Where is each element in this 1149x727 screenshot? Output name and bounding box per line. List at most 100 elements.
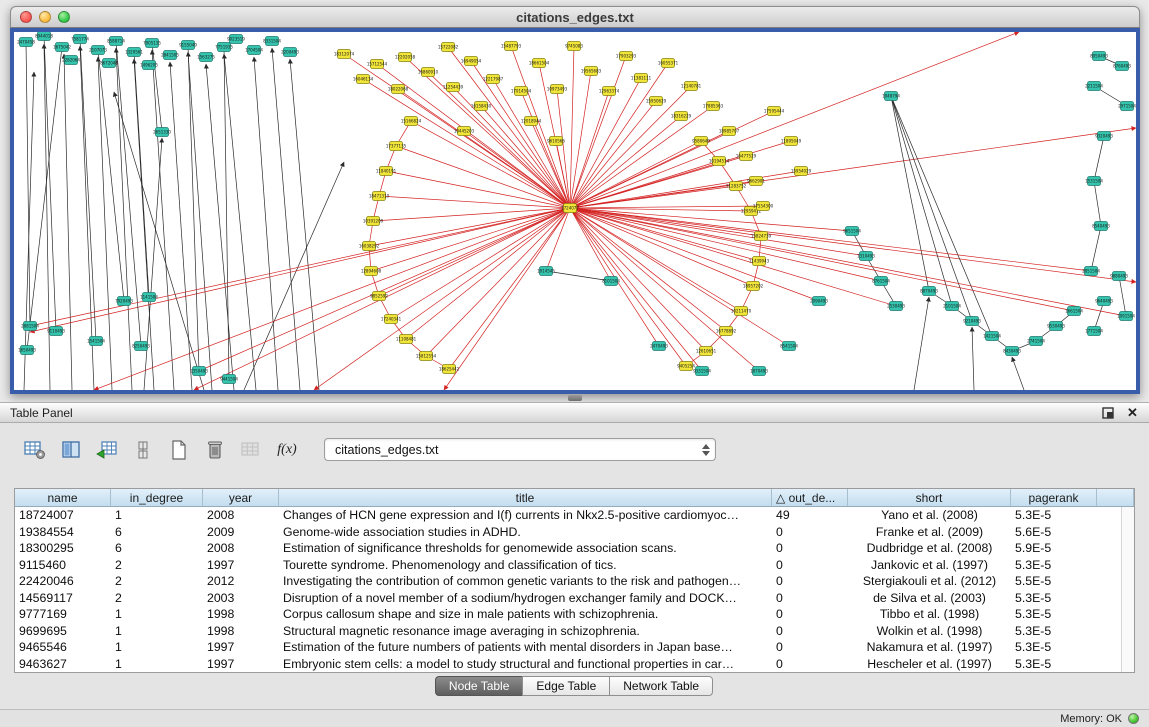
graph-node[interactable]: 15487793	[501, 42, 522, 51]
graph-edge[interactable]	[570, 208, 1136, 282]
table-vertical-scrollbar[interactable]	[1121, 507, 1134, 672]
graph-node[interactable]: 11283752	[726, 182, 747, 191]
create-table-button[interactable]	[164, 436, 194, 463]
graph-node[interactable]: 2350493	[190, 367, 208, 376]
graph-node[interactable]: 2107073	[89, 46, 107, 55]
zoom-window-button[interactable]	[58, 11, 70, 23]
graph-edge[interactable]	[570, 208, 789, 346]
graph-node[interactable]: 7920493	[115, 297, 133, 306]
destroy-table-button[interactable]	[236, 436, 266, 463]
graph-node[interactable]: 9441504	[220, 375, 238, 384]
graph-edge[interactable]	[379, 208, 570, 296]
graph-node[interactable]: 1870493	[750, 367, 768, 376]
graph-node[interactable]: 11840191	[376, 167, 397, 176]
graph-edge[interactable]	[152, 50, 174, 390]
graph-edge[interactable]	[224, 54, 256, 390]
graph-node[interactable]: 8672048	[100, 59, 118, 68]
graph-edge[interactable]	[94, 208, 570, 390]
table-row[interactable]: 946554611997Estimation of the future num…	[15, 639, 1134, 656]
graph-node[interactable]: 18022068	[388, 85, 409, 94]
minimize-window-button[interactable]	[39, 11, 51, 23]
close-window-button[interactable]	[20, 11, 32, 23]
graph-node[interactable]: 10194514	[709, 157, 730, 166]
row-height-button[interactable]	[128, 436, 158, 463]
graph-node[interactable]: 1320561	[125, 48, 143, 57]
graph-node[interactable]: 12202058	[395, 53, 416, 62]
graph-edge[interactable]	[371, 208, 570, 271]
graph-node[interactable]: 16055371	[658, 59, 679, 68]
graph-node[interactable]: 1496205	[140, 61, 158, 70]
graph-node[interactable]: 16949054	[461, 57, 482, 66]
graph-edge[interactable]	[570, 208, 866, 256]
graph-node[interactable]: 2530493	[887, 302, 905, 311]
graph-node[interactable]: 1650493	[18, 346, 36, 355]
graph-node[interactable]: 1421504	[983, 332, 1001, 341]
graph-edge[interactable]	[1091, 226, 1101, 271]
graph-edge[interactable]	[80, 39, 96, 341]
graph-edge[interactable]	[44, 36, 56, 331]
graph-node[interactable]: 12217987	[483, 75, 504, 84]
table-row[interactable]: 2242004622012Investigating the contribut…	[15, 573, 1134, 590]
graph-node[interactable]: 8588714	[107, 37, 125, 46]
table-row[interactable]: 1938455462009Genome-wide association stu…	[15, 524, 1134, 541]
function-builder-button[interactable]: f(x)	[272, 436, 302, 463]
graph-node[interactable]: 18471310	[369, 192, 390, 201]
graph-node[interactable]: 1914545	[537, 267, 555, 276]
graph-node[interactable]: 2470493	[650, 342, 668, 351]
graph-edge[interactable]	[570, 63, 668, 208]
table-row[interactable]: 969969511998Structural magnetic resonanc…	[15, 623, 1134, 640]
graph-edge[interactable]	[914, 297, 929, 390]
graph-node[interactable]: 12140781	[681, 82, 702, 91]
split-handle[interactable]	[568, 395, 582, 401]
graph-node[interactable]: 10973493	[547, 85, 568, 94]
graph-edge[interactable]	[411, 121, 570, 208]
tab-edge-table[interactable]: Edge Table	[522, 676, 610, 696]
graph-node[interactable]: 9155049	[179, 41, 197, 50]
graph-node[interactable]: 2211504	[1085, 82, 1103, 91]
graph-node[interactable]: 9580649	[692, 137, 710, 146]
column-header-name[interactable]: name	[15, 489, 111, 506]
table-options-button[interactable]	[20, 436, 50, 463]
column-header-out-de[interactable]: △ out_de...	[772, 489, 848, 506]
import-table-button[interactable]	[92, 436, 122, 463]
graph-edge[interactable]	[170, 62, 192, 390]
column-header-year[interactable]: year	[203, 489, 279, 506]
graph-node[interactable]: 9640493	[1095, 297, 1113, 306]
graph-node[interactable]: 9662901	[747, 177, 765, 186]
show-columns-button[interactable]	[56, 436, 86, 463]
graph-node[interactable]: 17903293	[616, 52, 637, 61]
graph-edge[interactable]	[570, 106, 713, 208]
delete-table-button[interactable]	[200, 436, 230, 463]
graph-edge[interactable]	[426, 208, 570, 356]
graph-node[interactable]: 18316229	[671, 112, 692, 121]
graph-node[interactable]: 9530493	[1047, 322, 1065, 331]
graph-node[interactable]: 15812554	[416, 352, 437, 361]
window-titlebar[interactable]: citations_edges.txt	[10, 6, 1140, 28]
column-header-in-degree[interactable]: in_degree	[111, 489, 203, 506]
graph-edge[interactable]	[134, 52, 149, 297]
graph-node[interactable]: 16046134	[353, 75, 374, 84]
network-view-canvas[interactable]: 1724077183120741604613415712544180220681…	[10, 28, 1140, 394]
graph-node[interactable]: 2841505	[161, 51, 179, 60]
graph-node[interactable]: 8541504	[780, 342, 798, 351]
graph-edge[interactable]	[188, 45, 199, 371]
graph-node[interactable]: 1675042	[53, 43, 71, 52]
graph-node[interactable]: 15950629	[646, 97, 667, 106]
graph-edge[interactable]	[891, 96, 929, 291]
graph-node[interactable]: 9331504	[693, 367, 711, 376]
table-row[interactable]: 946362711997Embryonic stem cells: a mode…	[15, 656, 1134, 673]
graph-node[interactable]: 2200493	[281, 48, 299, 57]
graph-node[interactable]: 1661504	[1065, 307, 1083, 316]
graph-node[interactable]: 1563275	[197, 53, 215, 62]
graph-node[interactable]: 2971504	[1118, 102, 1136, 111]
graph-node[interactable]: 1141504	[140, 293, 158, 302]
graph-node[interactable]: 12894608	[361, 267, 382, 276]
graph-edge[interactable]	[570, 208, 761, 236]
graph-edge[interactable]	[471, 61, 570, 208]
graph-node[interactable]: 2470458	[17, 38, 35, 47]
graph-node[interactable]: 17240341	[381, 315, 402, 324]
graph-node[interactable]: 9651504	[843, 227, 861, 236]
graph-node[interactable]: 8331504	[263, 37, 281, 46]
graph-node[interactable]: 12610651	[696, 347, 717, 356]
graph-node[interactable]: 19565683	[581, 67, 602, 76]
